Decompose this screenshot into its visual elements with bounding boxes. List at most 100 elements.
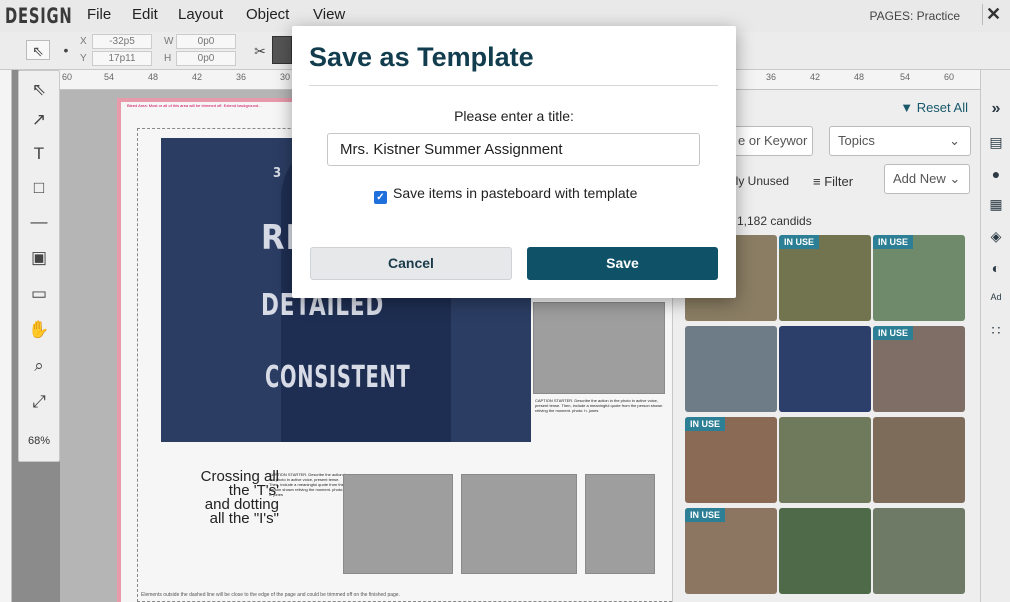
caption-text[interactable]: CAPTION STARTER. Describe the action in … [269,472,347,497]
h-field[interactable]: 0p0 [176,51,236,66]
divider [309,85,718,86]
save-pasteboard-checkbox[interactable]: ✓ Save items in pasteboard with template [374,185,637,204]
ruler-tick: 60 [62,72,73,82]
fit-icon[interactable]: ⤢ [19,387,59,417]
in-use-badge: IN USE [873,235,914,249]
photo-placeholder[interactable] [585,474,655,574]
candid-thumbnail[interactable] [779,508,871,594]
pin-icon[interactable]: • [54,40,78,60]
ruler-tick: 42 [192,72,203,82]
save-template-dialog: Save as Template Please enter a title: ✓… [292,26,736,298]
only-unused-toggle[interactable]: nly Unused [729,174,789,188]
ruler-tick: 48 [854,72,865,82]
app-logo: DESIGN [5,4,73,28]
close-icon[interactable]: ✕ [982,4,1004,25]
w-label: W [164,36,174,47]
ruler-tick: 42 [810,72,821,82]
chevron-down-icon: ⌄ [949,171,961,186]
palette-icon[interactable]: ◐ [981,260,1010,276]
candid-thumbnail[interactable] [779,326,871,412]
search-input[interactable]: e or Keywor [729,126,813,156]
zoom-icon[interactable]: ⌕ [19,351,59,381]
toolbox: ⇖ ↗ T □ — ▣ ▭ ✋ ⌕ ⤢ 68% [18,70,60,462]
elements-icon[interactable]: ◈ [981,228,1010,245]
direct-select-icon[interactable]: ↗ [19,105,59,135]
candid-thumbnail[interactable] [873,417,965,503]
menu-edit[interactable]: Edit [132,6,158,23]
ruler-tick: 60 [944,72,955,82]
menu-object[interactable]: Object [246,6,289,23]
candid-thumbnail[interactable] [685,326,777,412]
ads-icon[interactable]: Ad [981,292,1010,302]
sliders-icon: ≡ [813,174,821,189]
layout-icon[interactable]: ▦ [981,196,1010,213]
in-use-badge: IN USE [685,417,726,431]
in-use-badge: IN USE [685,508,726,522]
y-label: Y [80,53,87,64]
candid-thumbnail[interactable]: IN USE [873,326,965,412]
ruler-tick: 36 [766,72,777,82]
hand-icon[interactable]: ✋ [19,315,59,345]
cancel-button[interactable]: Cancel [310,247,512,280]
fill-swatch[interactable] [272,36,292,64]
template-title-input[interactable] [327,133,700,166]
save-button[interactable]: Save [527,247,718,280]
ruler-tick: 36 [236,72,247,82]
ruler-tick: 48 [148,72,159,82]
shirt-text: CONSISTENT [265,360,411,395]
candids-count: 1,182 candids [737,214,812,228]
grid-icon[interactable]: ∷ [981,322,1010,339]
zoom-level[interactable]: 68% [19,435,59,447]
dialog-prompt: Please enter a title: [454,108,574,124]
collapse-panel-icon[interactable]: » [981,100,1010,118]
rectangle-icon[interactable]: □ [19,173,59,203]
headline[interactable]: Crossing all the 'T's' and dotting all t… [161,469,279,527]
candid-thumbnail[interactable]: IN USE [873,235,965,321]
pages-label[interactable]: PAGES: Practice [870,9,960,23]
line-icon[interactable]: — [19,207,59,237]
candid-thumbnail[interactable]: IN USE [779,235,871,321]
link-icon[interactable]: ✂ [248,41,272,61]
add-new-button[interactable]: Add New ⌄ [884,164,970,194]
reset-all-label: Reset All [916,100,968,115]
menu-view[interactable]: View [313,6,345,23]
caption-text[interactable]: CAPTION STARTER. Describe the action in … [535,398,663,413]
comment-icon[interactable]: ▭ [19,279,59,309]
photo-placeholder[interactable] [343,474,453,574]
candid-thumbnail[interactable] [779,417,871,503]
chevron-down-icon: ⌄ [949,133,960,148]
footer-note: Elements outside the dashed line will be… [141,592,400,598]
select-icon[interactable]: ⇖ [19,75,59,105]
pointer-tool-icon[interactable]: ⇖ [26,40,50,60]
reset-all-button[interactable]: ▼ Reset All [900,100,968,115]
photo-placeholder[interactable] [533,302,665,394]
x-field[interactable]: -32p5 [92,34,152,49]
checkbox-checked-icon[interactable]: ✓ [374,191,387,204]
filter-button[interactable]: ≡ Filter [813,174,853,189]
y-field[interactable]: 17p11 [92,51,152,66]
menu-layout[interactable]: Layout [178,6,223,23]
ruler-tick: 30 [280,72,291,82]
user-icon[interactable]: ● [981,166,1010,182]
photo-placeholder[interactable] [461,474,577,574]
right-rail: » ▤ ● ▦ ◈ ◐ Ad ∷ [980,70,1010,602]
text-icon[interactable]: T [19,139,59,169]
dialog-title: Save as Template [309,42,534,72]
w-field[interactable]: 0p0 [176,34,236,49]
headline-line: all the "I's" [209,510,279,527]
h-label: H [164,53,172,64]
candid-thumbnail[interactable]: IN USE [685,508,777,594]
image-frame-icon[interactable]: ▣ [19,243,59,273]
bleed-note: Bleed Area: Most or all of this area wil… [127,103,262,108]
images-icon[interactable]: ▤ [981,134,1010,151]
topics-select[interactable]: Topics ⌄ [829,126,971,156]
menu-file[interactable]: File [87,6,111,23]
candid-thumbnail[interactable]: IN USE [685,417,777,503]
filter-label: Filter [824,174,854,189]
shirt-text: 3 [273,166,283,181]
add-new-label: Add New [893,171,946,186]
candid-thumbnail[interactable] [873,508,965,594]
ruler-tick: 54 [900,72,911,82]
filter-funnel-icon: ▼ [900,100,914,115]
x-label: X [80,36,87,47]
